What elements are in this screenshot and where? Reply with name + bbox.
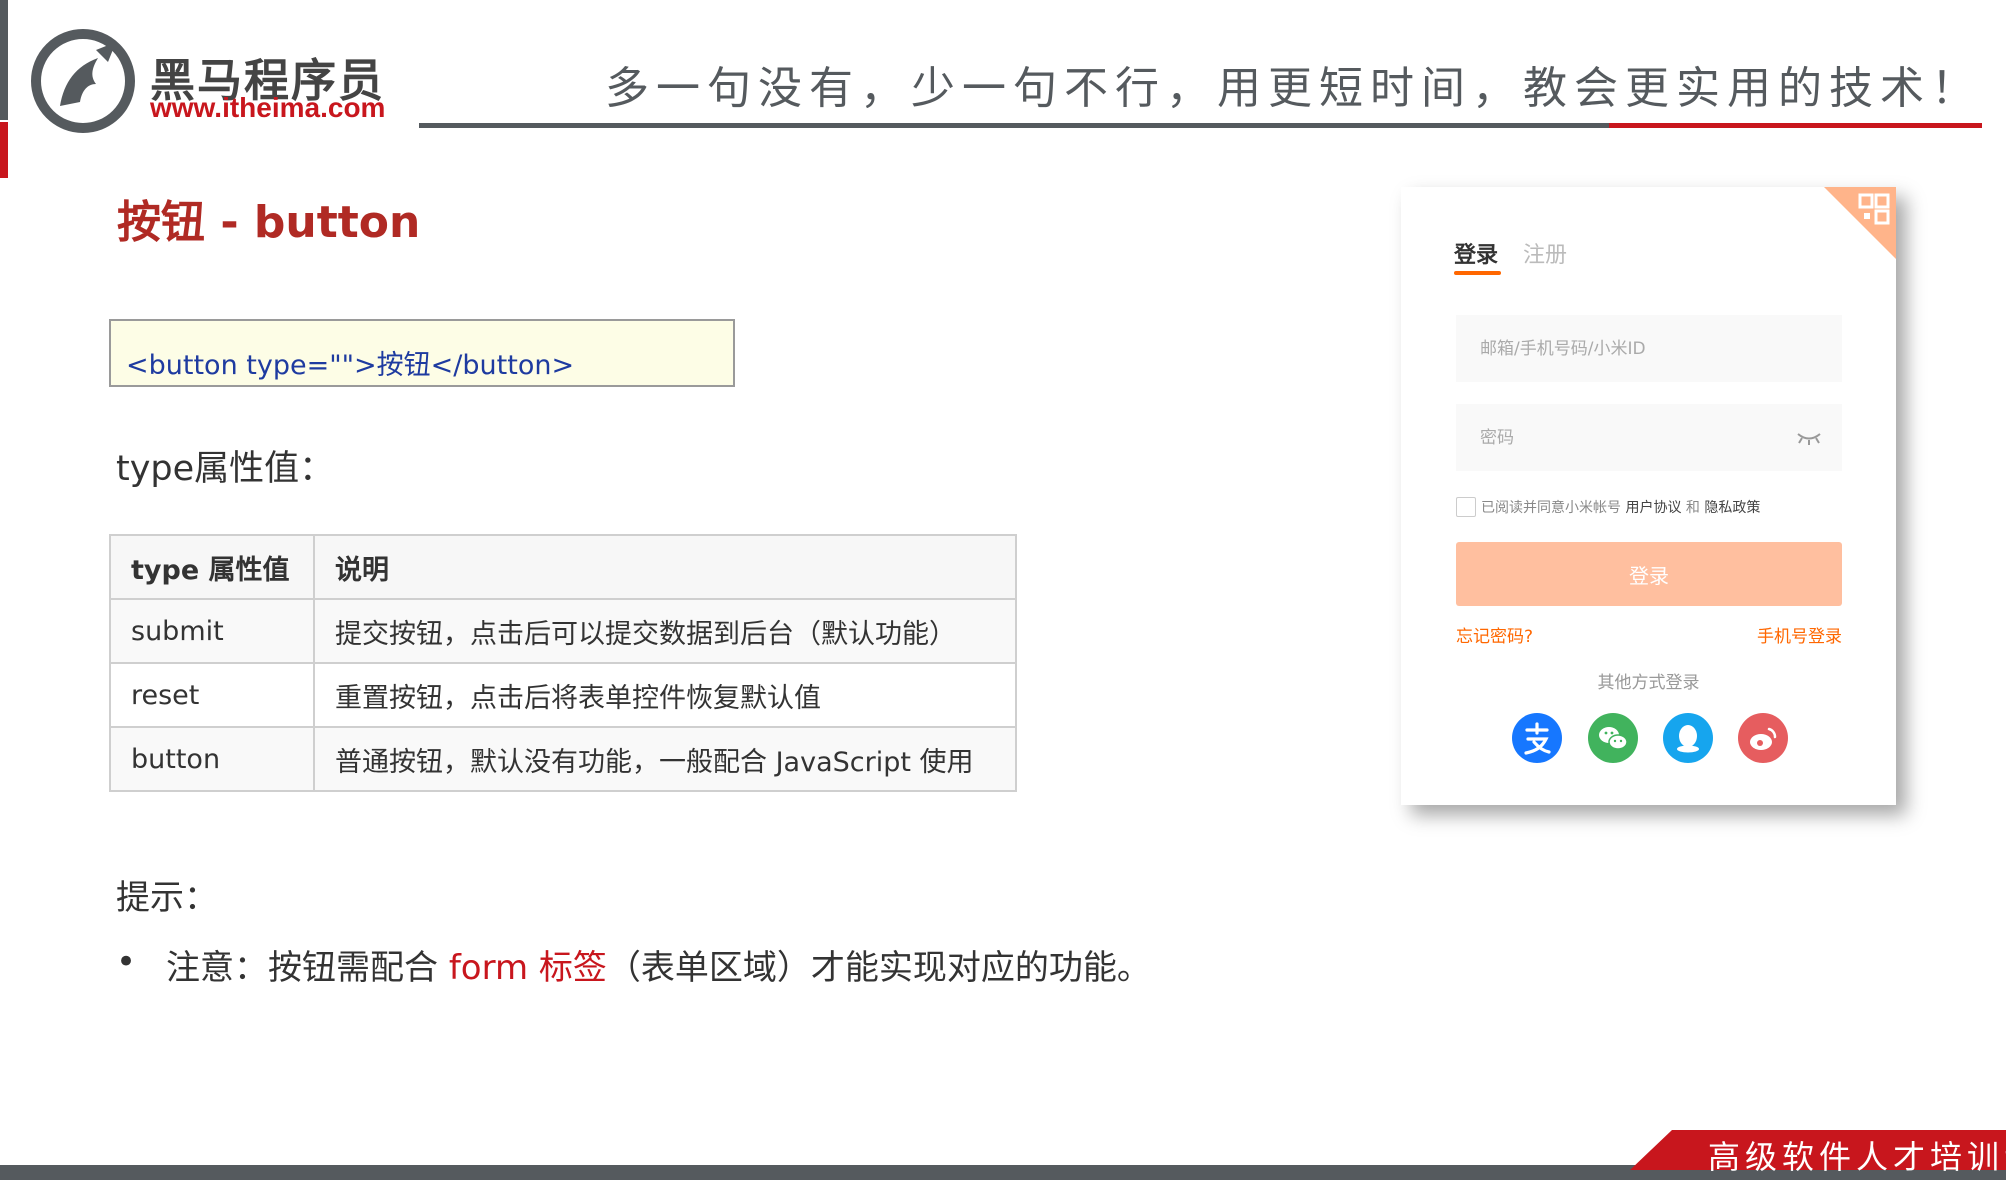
table-cell: 重置按钮，点击后将表单控件恢复默认值 [313,662,1017,728]
qq-icon[interactable] [1663,713,1713,763]
type-attr-label: type属性值： [116,449,335,489]
left-edge-bar [0,0,8,120]
terms-link[interactable]: 用户协议 [1625,500,1681,516]
left-edge-accent [0,122,8,178]
footer-text: 高级软件人才培训专 [1708,1138,2006,1176]
table-cell: submit [109,598,315,664]
brand-url: www.itheima.com [150,92,386,123]
table-header-cell: 说明 [313,534,1017,600]
type-attr-table: type 属性值 说明 submit 提交按钮，点击后可以提交数据到后台（默认功… [109,534,1017,792]
forgot-password-link[interactable]: 忘记密码? [1456,622,1533,647]
footer-accent-corner [1630,1130,1672,1170]
privacy-link[interactable]: 隐私政策 [1704,500,1760,516]
other-login-label: 其他方式登录 [1597,673,1700,693]
qr-code-icon[interactable] [1824,187,1896,259]
tab-login[interactable]: 登录 [1454,237,1498,269]
agree-text: 已阅读并同意小米帐号 [1481,500,1626,516]
agree-and: 和 [1681,500,1705,516]
tab-register[interactable]: 注册 [1523,237,1567,269]
weibo-icon[interactable] [1738,713,1788,763]
password-input[interactable] [1456,404,1842,471]
agree-checkbox[interactable] [1456,497,1476,517]
table-header-cell: type 属性值 [109,534,315,600]
table-row: button 普通按钮，默认没有功能，一般配合 JavaScript 使用 [109,726,1017,792]
code-sample-box: <button type="">按钮</button> [109,319,735,387]
logo-icon [30,28,136,134]
alipay-icon[interactable] [1512,713,1562,763]
code-tag-open: <button type=""> [126,350,377,381]
tip-label: 提示： [116,878,218,918]
note-suffix: （表单区域）才能实现对应的功能。 [606,948,1151,988]
table-row: reset 重置按钮，点击后将表单控件恢复默认值 [109,662,1017,728]
slide-title: 按钮 - button [117,197,421,248]
bullet-icon: • [116,942,137,982]
table-header-row: type 属性值 说明 [109,534,1017,600]
phone-login-link[interactable]: 手机号登录 [1757,622,1842,647]
tab-active-indicator [1454,271,1501,275]
login-card: 登录 注册 已阅读并同意小米帐号 用户协议 和 隐私政策 登录 忘记密码? 手机… [1401,187,1896,805]
table-cell: 普通按钮，默认没有功能，一般配合 JavaScript 使用 [313,726,1017,792]
username-field [1456,315,1842,382]
header-slogan: 多一句没有，少一句不行，用更短时间，教会更实用的技术！ [605,63,1982,114]
note-highlight: form 标签 [448,948,607,988]
table-cell: 提交按钮，点击后可以提交数据到后台（默认功能） [313,598,1017,664]
wechat-icon[interactable] [1588,713,1638,763]
note-text: 注意：按钮需配合 form 标签（表单区域）才能实现对应的功能。 [166,940,1151,989]
header-divider [419,123,1609,128]
code-sample: <button type="">按钮</button> [126,343,574,382]
code-tag-close: </button> [430,350,575,381]
login-button[interactable]: 登录 [1456,542,1842,606]
eye-closed-icon[interactable] [1796,430,1822,445]
agree-row: 已阅读并同意小米帐号 用户协议 和 隐私政策 [1456,497,1760,517]
password-field [1456,404,1842,471]
table-cell: reset [109,662,315,728]
username-input[interactable] [1456,315,1842,382]
table-cell: button [109,726,315,792]
table-row: submit 提交按钮，点击后可以提交数据到后台（默认功能） [109,598,1017,664]
note-prefix: 注意：按钮需配合 [166,948,449,988]
code-inner-text: 按钮 [376,350,431,381]
header-divider-accent [1609,123,1982,128]
